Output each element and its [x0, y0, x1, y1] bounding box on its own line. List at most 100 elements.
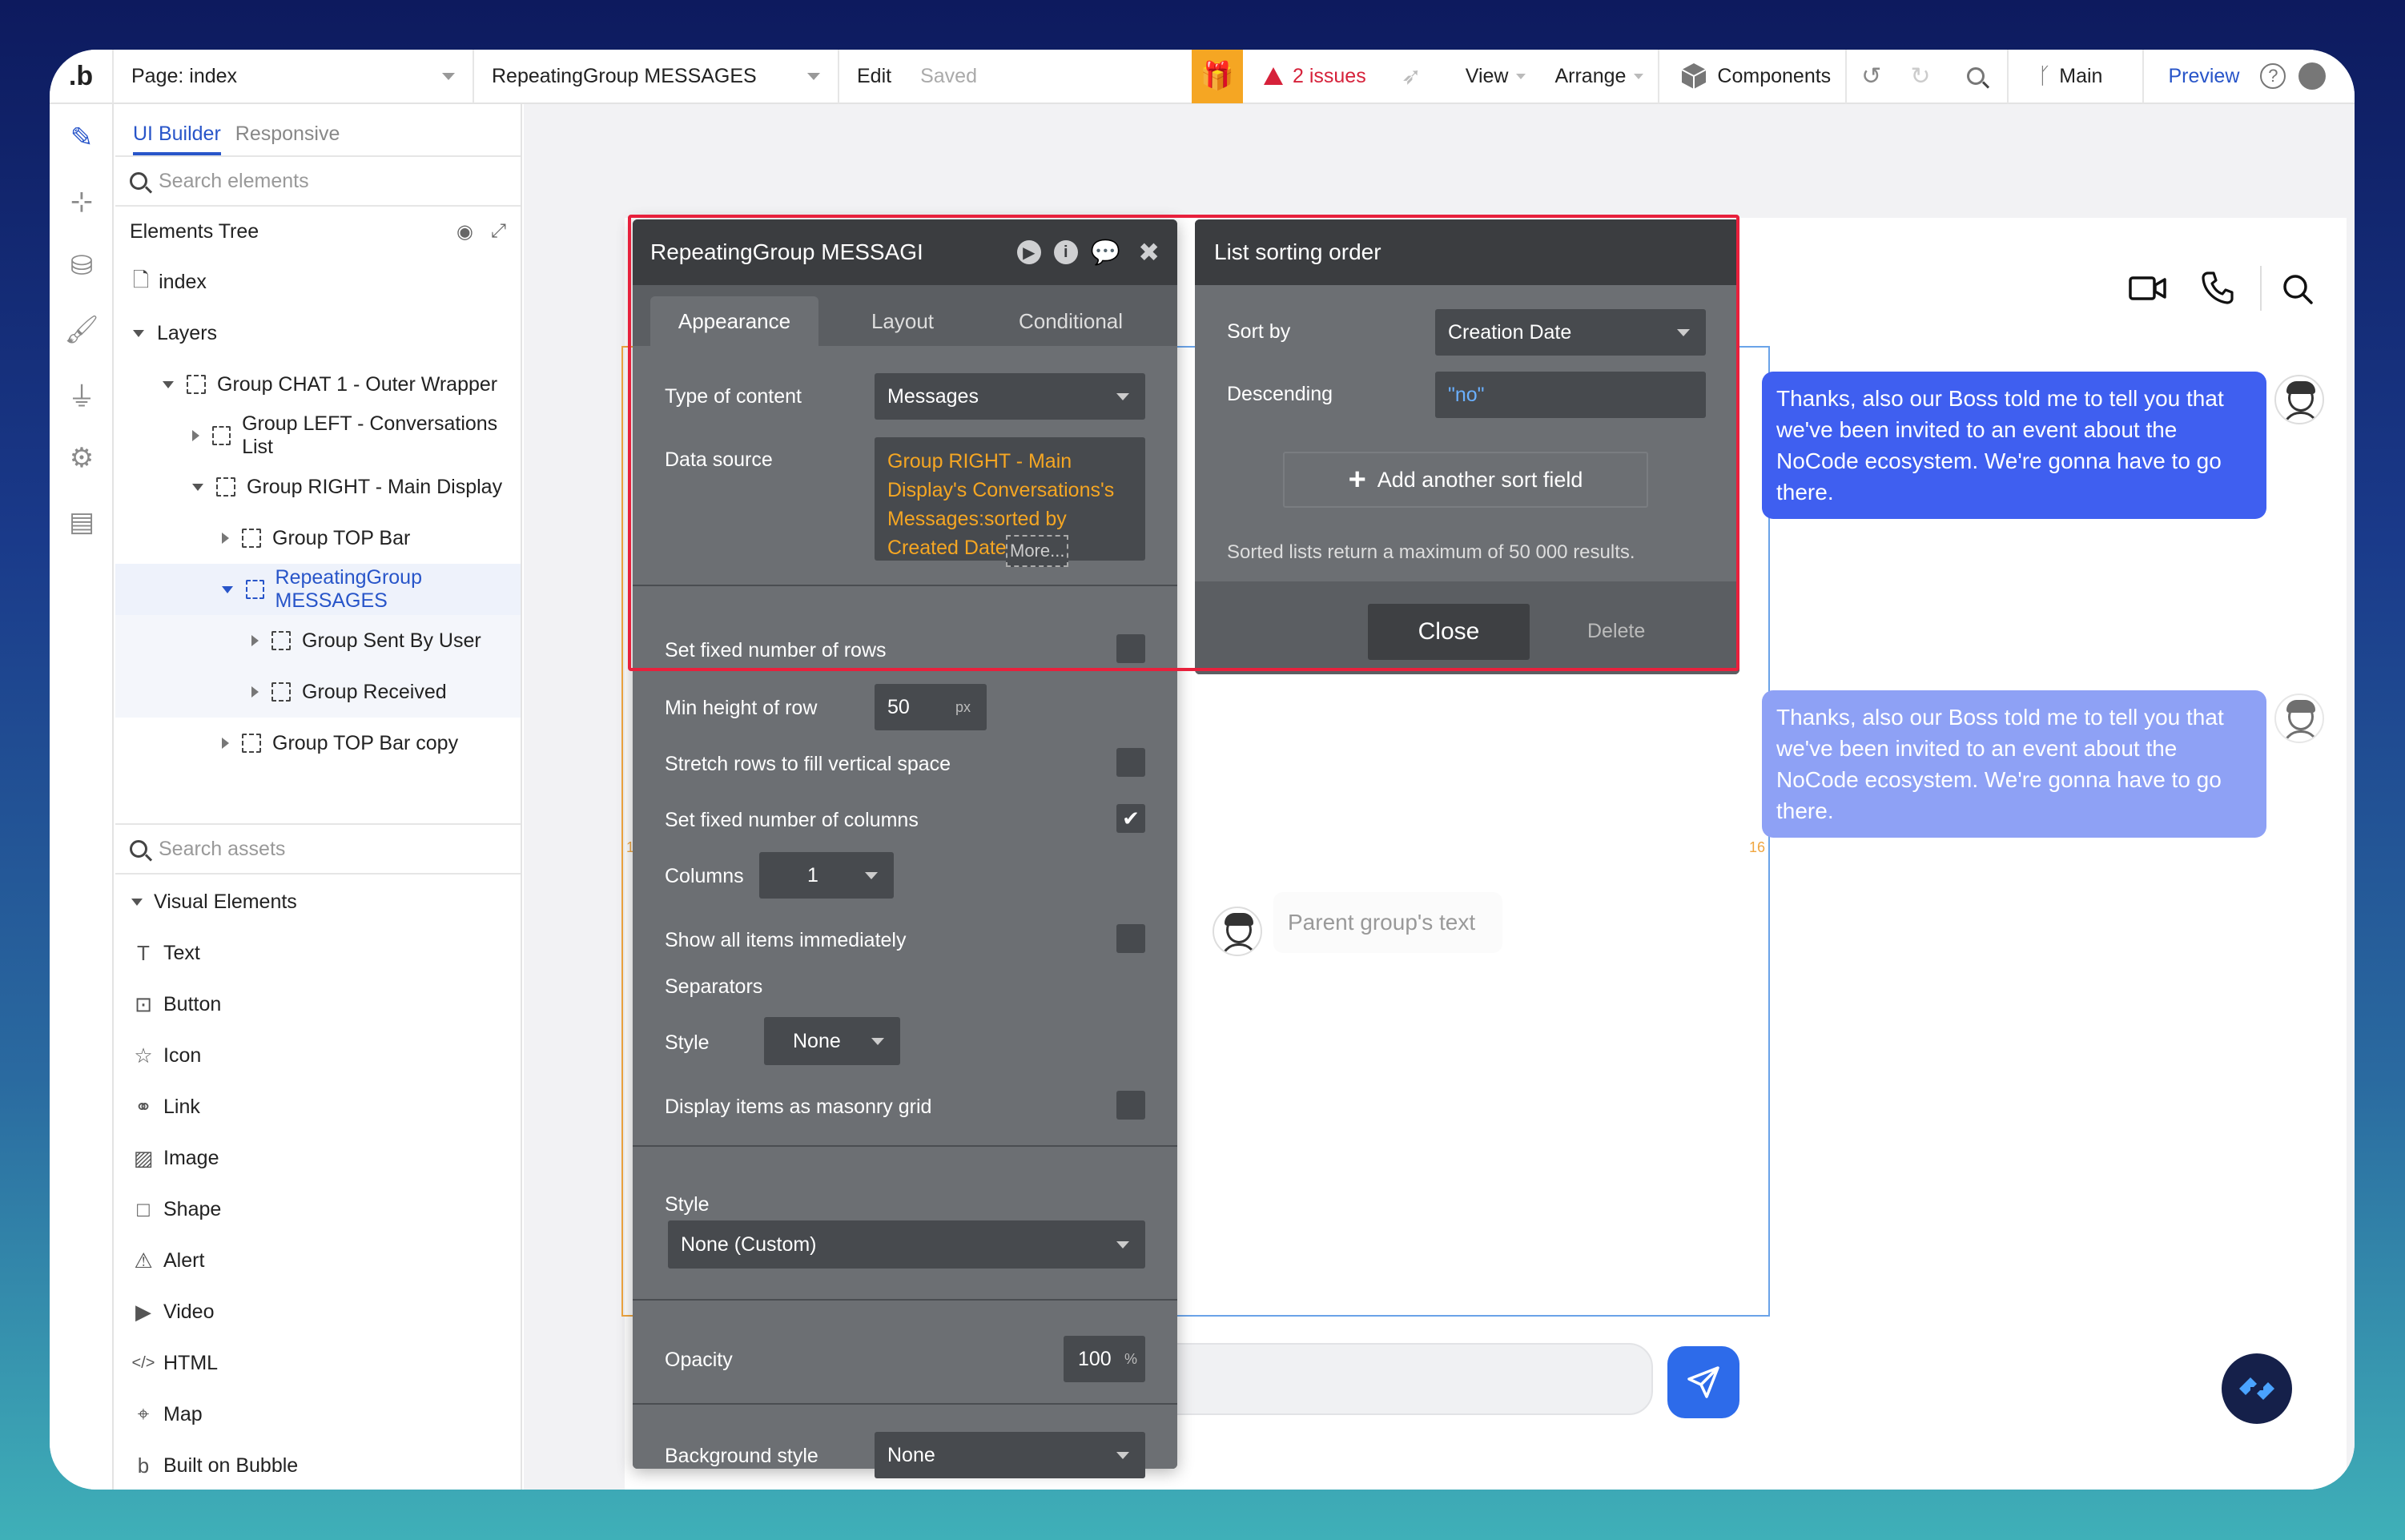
list-sorting-panel[interactable]: List sorting order Sort by Creation Date…	[1195, 219, 1739, 674]
plugins-tab-icon[interactable]: ⏚	[50, 362, 114, 426]
tab-responsive[interactable]: Responsive	[235, 123, 340, 155]
styles-tab-icon[interactable]: 🖌	[50, 298, 114, 362]
separator-style-dropdown[interactable]: None	[764, 1017, 900, 1065]
sorting-panel-title[interactable]: List sorting order	[1195, 219, 1739, 285]
visual-element-item[interactable]: ▨ Image	[115, 1132, 521, 1184]
visual-element-item[interactable]: ⚭ Link	[115, 1081, 521, 1132]
workflow-tab-icon[interactable]: ⊹	[50, 170, 114, 234]
chevron-right-icon[interactable]	[222, 738, 229, 749]
tree-item[interactable]: Group Sent By User	[115, 615, 521, 666]
layers-header[interactable]: Layers	[115, 308, 521, 359]
logs-tab-icon[interactable]: ▤	[50, 490, 114, 554]
phone-icon[interactable]	[2201, 271, 2234, 304]
delete-button[interactable]: Delete	[1587, 620, 1645, 643]
visual-element-item[interactable]: ▶ Video	[115, 1286, 521, 1337]
tree-item[interactable]: Group LEFT - Conversations List	[115, 410, 521, 461]
undo-icon[interactable]: ↺	[1847, 50, 1896, 103]
search-assets[interactable]: Search assets	[115, 825, 521, 875]
pointer-icon[interactable]: ➶	[1387, 50, 1451, 103]
bubble-logo[interactable]: .b	[50, 50, 114, 103]
components-button[interactable]: Components	[1659, 50, 1848, 103]
tab-ui-builder[interactable]: UI Builder	[133, 123, 221, 155]
page-selector[interactable]: Page: index	[114, 50, 474, 103]
tree-item[interactable]: Group TOP Bar copy	[115, 718, 521, 769]
info-icon[interactable]: i	[1053, 240, 1078, 264]
chevron-down-icon[interactable]	[222, 585, 233, 593]
chevron-right-icon[interactable]	[222, 533, 229, 544]
settings-tab-icon[interactable]: ⚙	[50, 426, 114, 490]
redo-icon[interactable]: ↻	[1896, 50, 1945, 103]
visual-element-item[interactable]: b Built on Bubble	[115, 1440, 521, 1490]
data-source-expression[interactable]: Group RIGHT - Main Display's Conversatio…	[875, 437, 1145, 567]
close-button[interactable]: Close	[1368, 604, 1530, 660]
descending-input[interactable]: "no"	[1435, 372, 1706, 418]
visual-element-item[interactable]: ☆ Icon	[115, 1030, 521, 1081]
visual-element-item[interactable]: ⚠ Alert	[115, 1235, 521, 1286]
tree-item[interactable]: Group TOP Bar	[115, 513, 521, 564]
branch-selector[interactable]: ᚴ Main	[2009, 50, 2145, 103]
chevron-right-icon[interactable]	[192, 430, 199, 441]
chevron-right-icon[interactable]	[251, 686, 259, 698]
preview-button[interactable]: Preview	[2144, 50, 2254, 103]
account-icon[interactable]	[2292, 50, 2332, 103]
type-of-content-dropdown[interactable]: Messages	[875, 373, 1145, 420]
search-icon[interactable]	[2281, 272, 2315, 306]
sort-by-dropdown[interactable]: Creation Date	[1435, 309, 1706, 356]
min-height-unit[interactable]: px	[955, 699, 971, 716]
property-editor-header[interactable]: RepeatingGroup MESSAGI ▶ i 💬 ✖	[633, 219, 1177, 285]
fixed-rows-checkbox[interactable]	[1116, 634, 1145, 663]
visual-element-item[interactable]: ⌖ Map	[115, 1389, 521, 1440]
tree-item[interactable]: Group RIGHT - Main Display	[115, 461, 521, 513]
fixed-columns-checkbox[interactable]: ✔	[1116, 804, 1145, 833]
gift-icon[interactable]: 🎁	[1192, 50, 1243, 103]
element-selector[interactable]: RepeatingGroup MESSAGES	[474, 50, 839, 103]
masonry-checkbox[interactable]	[1116, 1091, 1145, 1120]
issues-button[interactable]: 2 issues	[1243, 65, 1387, 88]
visual-element-item[interactable]: T Text	[115, 927, 521, 979]
tree-item[interactable]: Group CHAT 1 - Outer Wrapper	[115, 359, 521, 410]
design-tab-icon[interactable]: ✎	[50, 106, 114, 170]
data-tab-icon[interactable]: ⛁	[50, 234, 114, 298]
expand-icon[interactable]: ⤢	[491, 220, 506, 243]
play-icon[interactable]: ▶	[1016, 240, 1041, 264]
search-elements[interactable]: Search elements	[115, 157, 521, 207]
background-style-dropdown[interactable]: None	[875, 1432, 1145, 1478]
help-widget-button[interactable]	[2222, 1353, 2292, 1424]
arrange-menu[interactable]: Arrange	[1540, 50, 1660, 103]
video-call-icon[interactable]	[2129, 274, 2167, 303]
add-sort-field-button[interactable]: + Add another sort field	[1283, 452, 1648, 508]
search-icon[interactable]	[1945, 50, 2009, 103]
search-elements-input[interactable]: Search elements	[159, 170, 309, 193]
close-icon[interactable]: ✖	[1138, 237, 1160, 267]
view-menu[interactable]: View	[1451, 50, 1541, 103]
tree-item[interactable]: Group Received	[115, 666, 521, 718]
tab-conditional[interactable]: Conditional	[987, 296, 1155, 346]
chevron-right-icon[interactable]	[251, 635, 259, 646]
send-button[interactable]	[1667, 1346, 1739, 1418]
tree-item[interactable]: RepeatingGroup MESSAGES	[115, 564, 521, 615]
visual-element-item[interactable]: </> HTML	[115, 1337, 521, 1389]
min-height-input[interactable]: 50 px	[875, 684, 987, 730]
tree-item[interactable]: 🗋 index	[115, 256, 521, 308]
visual-element-item[interactable]: ⊡ Button	[115, 979, 521, 1030]
tab-layout[interactable]: Layout	[818, 296, 987, 346]
stretch-rows-checkbox[interactable]	[1116, 748, 1145, 777]
comment-icon[interactable]: 💬	[1091, 239, 1120, 267]
help-icon[interactable]: ?	[2254, 50, 2292, 103]
opacity-input[interactable]: 100%	[1064, 1336, 1145, 1382]
show-all-checkbox[interactable]	[1116, 924, 1145, 953]
visual-elements-header[interactable]: Visual Elements	[115, 876, 521, 927]
style-dropdown[interactable]: None (Custom)	[668, 1220, 1145, 1269]
search-assets-input[interactable]: Search assets	[159, 838, 285, 861]
edit-menu[interactable]: Edit	[857, 65, 891, 88]
chevron-down-icon[interactable]	[133, 329, 144, 337]
tab-appearance[interactable]: Appearance	[650, 296, 818, 346]
columns-dropdown[interactable]: 1	[759, 852, 894, 899]
chevron-down-icon[interactable]	[192, 483, 203, 491]
eye-icon[interactable]: ◉	[456, 220, 473, 243]
more-button[interactable]: More...	[1006, 535, 1069, 567]
chevron-down-icon[interactable]	[163, 380, 174, 388]
property-editor[interactable]: RepeatingGroup MESSAGI ▶ i 💬 ✖ Appearanc…	[633, 219, 1177, 1478]
visual-element-item[interactable]: □ Shape	[115, 1184, 521, 1235]
sent-message-bubble-copy: Thanks, also our Boss told me to tell yo…	[1762, 690, 2266, 838]
